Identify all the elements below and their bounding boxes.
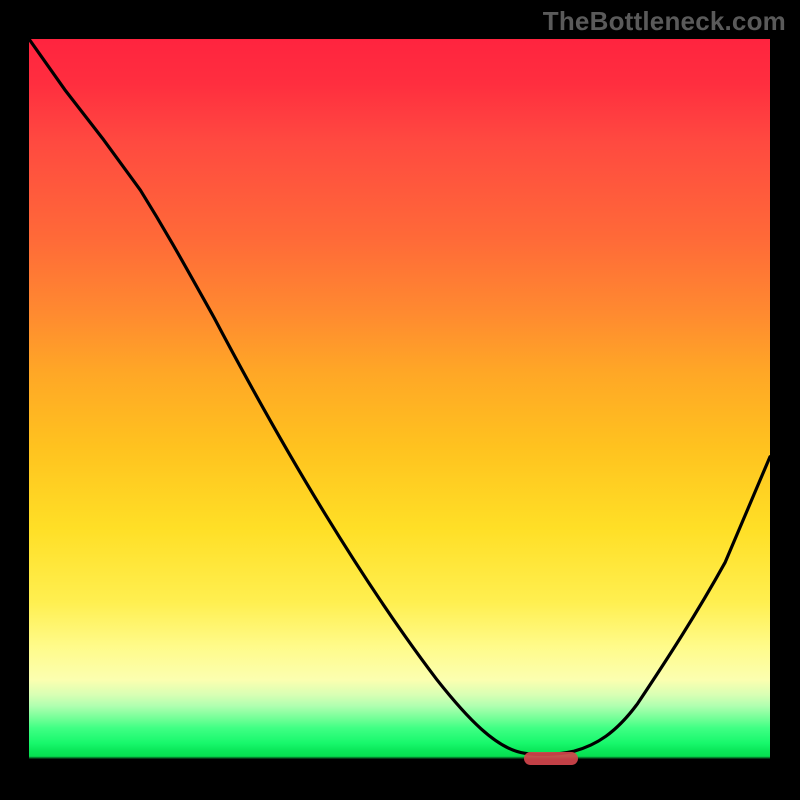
optimum-marker xyxy=(524,752,578,765)
chart-container: TheBottleneck.com xyxy=(0,0,800,800)
watermark-text: TheBottleneck.com xyxy=(543,6,786,37)
plot-frame xyxy=(27,37,772,782)
bottleneck-curve xyxy=(29,39,770,780)
curve-path xyxy=(29,39,770,754)
